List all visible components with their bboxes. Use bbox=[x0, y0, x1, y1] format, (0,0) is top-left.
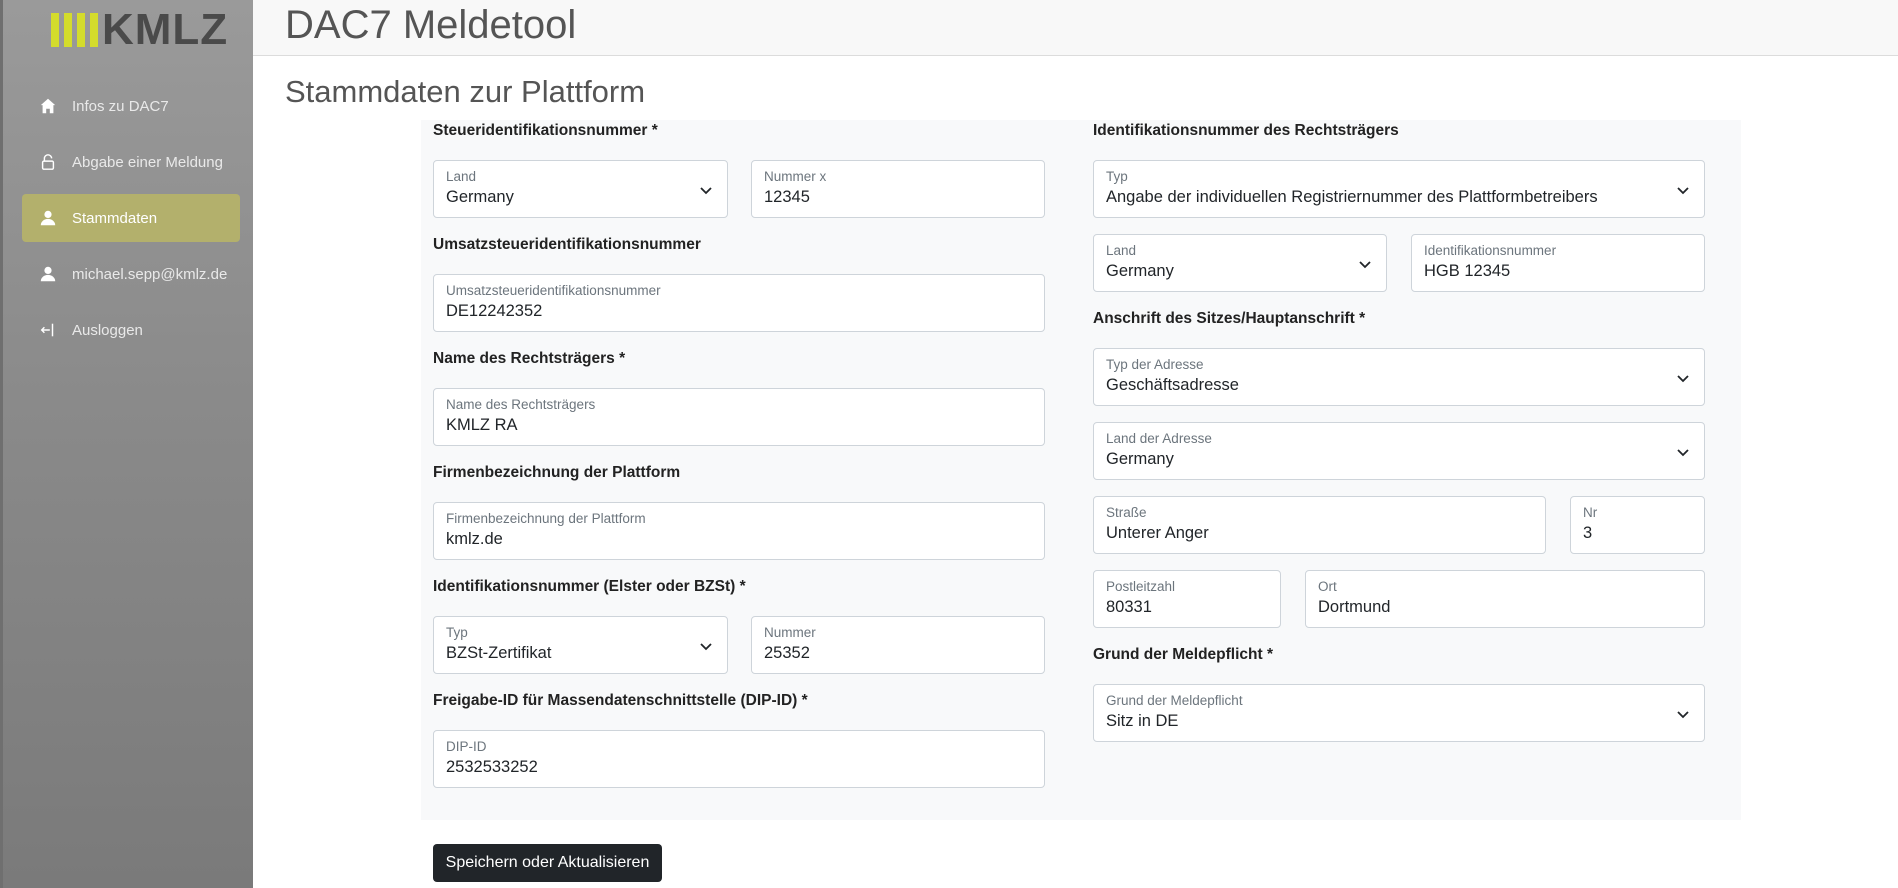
user-icon bbox=[38, 208, 58, 228]
strasse-input[interactable]: Straße Unterer Anger bbox=[1093, 496, 1546, 554]
user-icon bbox=[38, 264, 58, 284]
sidebar-item-label: Stammdaten bbox=[72, 209, 158, 227]
chevron-down-icon bbox=[699, 183, 713, 197]
field-value: HGB 12345 bbox=[1424, 262, 1511, 280]
field-label: Land bbox=[1106, 243, 1137, 258]
app-header: DAC7 Meldetool bbox=[253, 0, 1898, 56]
sidebar-item-abgabe[interactable]: Abgabe einer Meldung bbox=[22, 138, 240, 186]
chevron-down-icon bbox=[1676, 371, 1690, 385]
rt-id-land-select[interactable]: Land Germany bbox=[1093, 234, 1387, 292]
ust-heading: Umsatzsteueridentifikationsnummer bbox=[433, 236, 701, 253]
ort-input[interactable]: Ort Dortmund bbox=[1305, 570, 1705, 628]
steuer-land-select[interactable]: Land Germany bbox=[433, 160, 728, 218]
app-title: DAC7 Meldetool bbox=[285, 3, 577, 47]
field-value: 80331 bbox=[1106, 598, 1152, 616]
field-value: KMLZ RA bbox=[446, 416, 518, 434]
field-label: Firmenbezeichnung der Plattform bbox=[446, 511, 646, 526]
field-value: 12345 bbox=[764, 188, 810, 206]
elster-typ-select[interactable]: Typ BZSt-Zertifikat bbox=[433, 616, 728, 674]
address-typ-select[interactable]: Typ der Adresse Geschäftsadresse bbox=[1093, 348, 1705, 406]
field-value: Unterer Anger bbox=[1106, 524, 1209, 542]
chevron-down-icon bbox=[699, 639, 713, 653]
chevron-down-icon bbox=[1358, 257, 1372, 271]
field-label: Straße bbox=[1106, 505, 1147, 520]
sidebar-item-stammdaten[interactable]: Stammdaten bbox=[22, 194, 240, 242]
firma-input[interactable]: Firmenbezeichnung der Plattform kmlz.de bbox=[433, 502, 1045, 560]
firma-heading: Firmenbezeichnung der Plattform bbox=[433, 464, 681, 481]
elster-nummer-input[interactable]: Nummer 25352 bbox=[751, 616, 1045, 674]
field-value: 25352 bbox=[764, 644, 810, 662]
dip-heading: Freigabe-ID für Massendatenschnittstelle… bbox=[433, 692, 808, 709]
ust-input[interactable]: Umsatzsteueridentifikationsnummer DE1224… bbox=[433, 274, 1045, 332]
field-label: Nr bbox=[1583, 505, 1598, 520]
grund-heading: Grund der Meldepflicht * bbox=[1093, 646, 1273, 663]
field-value: kmlz.de bbox=[446, 530, 503, 548]
address-heading: Anschrift des Sitzes/Hauptanschrift * bbox=[1093, 310, 1366, 327]
field-value: Germany bbox=[1106, 450, 1174, 468]
name-heading: Name des Rechtsträgers * bbox=[433, 350, 626, 367]
home-icon bbox=[38, 96, 58, 116]
rt-id-nummer-input[interactable]: Identifikationsnummer HGB 12345 bbox=[1411, 234, 1705, 292]
name-input[interactable]: Name des Rechtsträgers KMLZ RA bbox=[433, 388, 1045, 446]
chevron-down-icon bbox=[1676, 707, 1690, 721]
field-label: Nummer x bbox=[764, 169, 827, 184]
sidebar-item-label: Ausloggen bbox=[72, 321, 143, 339]
field-label: Typ der Adresse bbox=[1106, 357, 1204, 372]
chevron-down-icon bbox=[1676, 183, 1690, 197]
sidebar-item-label: Infos zu DAC7 bbox=[72, 97, 169, 115]
dip-input[interactable]: DIP-ID 2532533252 bbox=[433, 730, 1045, 788]
field-label: Name des Rechtsträgers bbox=[446, 397, 596, 412]
field-label: Land bbox=[446, 169, 477, 184]
field-label: Identifikationsnummer bbox=[1424, 243, 1557, 258]
field-value: DE12242352 bbox=[446, 302, 543, 320]
field-label: Land der Adresse bbox=[1106, 431, 1212, 446]
field-label: DIP-ID bbox=[446, 739, 487, 754]
field-label: Nummer bbox=[764, 625, 816, 640]
rt-id-typ-select[interactable]: Typ Angabe der individuellen Registriern… bbox=[1093, 160, 1705, 218]
sidebar-item-account[interactable]: michael.sepp@kmlz.de bbox=[22, 250, 240, 298]
field-value: Angabe der individuellen Registriernumme… bbox=[1106, 188, 1598, 206]
sidebar-item-logout[interactable]: Ausloggen bbox=[22, 306, 240, 354]
steuer-nummer-input[interactable]: Nummer x 12345 bbox=[751, 160, 1045, 218]
field-value: 3 bbox=[1583, 524, 1593, 542]
grund-select[interactable]: Grund der Meldepflicht Sitz in DE bbox=[1093, 684, 1705, 742]
field-value: 2532533252 bbox=[446, 758, 538, 776]
field-label: Typ bbox=[1106, 169, 1128, 184]
field-value: Dortmund bbox=[1318, 598, 1391, 616]
field-label: Grund der Meldepflicht bbox=[1106, 693, 1243, 708]
field-value: Germany bbox=[1106, 262, 1174, 280]
save-button[interactable]: Speichern oder Aktualisieren bbox=[433, 844, 662, 882]
sidebar-nav: Infos zu DAC7 Abgabe einer Meldung Stamm… bbox=[22, 82, 240, 362]
hausnummer-input[interactable]: Nr 3 bbox=[1570, 496, 1705, 554]
lock-icon bbox=[38, 152, 58, 172]
elster-heading: Identifikationsnummer (Elster oder BZSt)… bbox=[433, 578, 746, 595]
logo-bars bbox=[51, 13, 98, 47]
postleitzahl-input[interactable]: Postleitzahl 80331 bbox=[1093, 570, 1281, 628]
chevron-down-icon bbox=[1676, 445, 1690, 459]
sidebar-item-label: michael.sepp@kmlz.de bbox=[72, 265, 228, 283]
field-value: Germany bbox=[446, 188, 514, 206]
field-label: Typ bbox=[446, 625, 468, 640]
field-label: Postleitzahl bbox=[1106, 579, 1176, 594]
address-land-select[interactable]: Land der Adresse Germany bbox=[1093, 422, 1705, 480]
field-value: Geschäftsadresse bbox=[1106, 376, 1239, 394]
logo-text: KMLZ bbox=[102, 5, 229, 54]
field-value: BZSt-Zertifikat bbox=[446, 644, 552, 662]
logout-icon bbox=[38, 320, 58, 340]
page-title: Stammdaten zur Plattform bbox=[285, 74, 646, 109]
kmlz-logo: KMLZ bbox=[51, 6, 228, 54]
sidebar: KMLZ Infos zu DAC7 Abgabe einer Meldung … bbox=[0, 0, 253, 888]
sidebar-item-label: Abgabe einer Meldung bbox=[72, 153, 223, 171]
field-value: Sitz in DE bbox=[1106, 712, 1179, 730]
steuer-heading: Steueridentifikationsnummer * bbox=[433, 122, 658, 139]
field-label: Ort bbox=[1318, 579, 1337, 594]
field-label: Umsatzsteueridentifikationsnummer bbox=[446, 283, 661, 298]
sidebar-item-infos[interactable]: Infos zu DAC7 bbox=[22, 82, 240, 130]
rt-id-heading: Identifikationsnummer des Rechtsträgers bbox=[1093, 122, 1399, 139]
